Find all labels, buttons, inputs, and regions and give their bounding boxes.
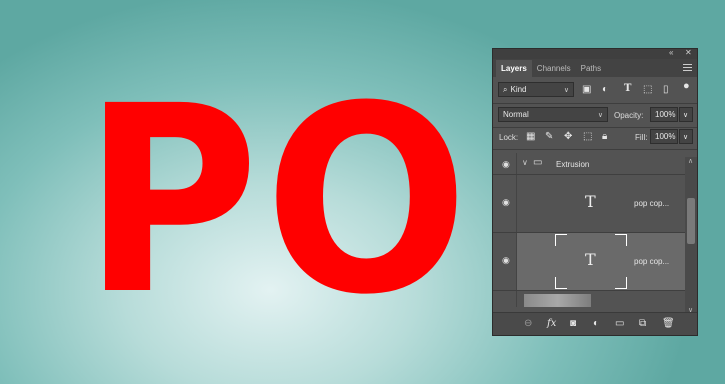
filter-kind-select[interactable]: ⌕ Kind ∨ bbox=[498, 82, 574, 97]
layer-row-text-selected[interactable]: ◉ T pop cop... bbox=[493, 233, 686, 291]
layer-name: pop cop... bbox=[634, 257, 670, 266]
panel-menu-icon[interactable] bbox=[683, 64, 692, 71]
type-filter-icon[interactable]: T bbox=[624, 83, 631, 94]
layer-row-partial[interactable] bbox=[493, 291, 686, 307]
text-layer-icon: T bbox=[585, 250, 596, 269]
folder-icon: ▭ bbox=[533, 157, 543, 168]
lock-position-icon[interactable]: ✥ bbox=[564, 131, 572, 142]
divider bbox=[493, 127, 697, 128]
mask-icon[interactable]: ◙ bbox=[570, 318, 576, 329]
panel-tabs: Layers Channels Paths bbox=[493, 59, 697, 77]
lock-transparency-icon[interactable]: ▦ bbox=[526, 131, 535, 142]
layer-name: pop cop... bbox=[634, 199, 670, 208]
fx-icon[interactable]: fx bbox=[547, 318, 556, 329]
scrollbar-thumb[interactable] bbox=[687, 198, 695, 244]
tab-channels[interactable]: Channels bbox=[532, 60, 576, 77]
layer-row-group[interactable]: ◉ ∨ ▭ Extrusion bbox=[493, 153, 686, 175]
divider bbox=[493, 149, 697, 150]
layer-name: Extrusion bbox=[556, 160, 590, 169]
fill-input[interactable]: 100% bbox=[650, 129, 678, 144]
text-layer-icon: T bbox=[585, 192, 596, 211]
visibility-eye-icon[interactable]: ◉ bbox=[502, 159, 510, 170]
lock-pixels-icon[interactable]: ✎ bbox=[545, 131, 553, 142]
layer-thumbnail bbox=[524, 294, 591, 307]
divider bbox=[493, 103, 697, 104]
blend-mode-value: Normal bbox=[503, 110, 529, 119]
layer-row-text[interactable]: ◉ T pop cop... bbox=[493, 175, 686, 233]
adjustment-icon[interactable]: ◐ bbox=[593, 318, 599, 329]
opacity-dropdown[interactable]: ∨ bbox=[679, 107, 693, 122]
blend-mode-select[interactable]: Normal ∨ bbox=[498, 107, 608, 122]
lock-label: Lock: bbox=[499, 133, 519, 142]
smart-object-filter-icon[interactable]: ▯ bbox=[663, 84, 669, 95]
shape-filter-icon[interactable]: ⬚ bbox=[643, 84, 652, 95]
tab-layers[interactable]: Layers bbox=[496, 60, 532, 77]
layers-scrollbar[interactable]: ∧ ∨ bbox=[685, 157, 697, 314]
lock-all-icon[interactable]: 🔒︎ bbox=[602, 131, 607, 142]
visibility-eye-icon[interactable]: ◉ bbox=[502, 255, 510, 266]
folder-icon[interactable]: ▭ bbox=[615, 318, 624, 329]
tab-paths[interactable]: Paths bbox=[576, 60, 606, 77]
chevron-down-icon: ∨ bbox=[683, 111, 689, 119]
chevron-down-icon: ∨ bbox=[563, 86, 569, 94]
panel-bottom-bar: ⊖ fx ◙ ◐ ▭ ⧉ 🗑︎ bbox=[493, 312, 697, 335]
close-icon[interactable]: ✕ bbox=[685, 48, 692, 57]
new-layer-icon[interactable]: ⧉ bbox=[639, 318, 646, 329]
filter-kind-label: Kind bbox=[510, 85, 527, 94]
fill-label: Fill: bbox=[635, 133, 648, 142]
visibility-eye-icon[interactable]: ◉ bbox=[502, 197, 510, 208]
fill-dropdown[interactable]: ∨ bbox=[679, 129, 693, 144]
panel-title-bar: « ✕ bbox=[493, 48, 697, 59]
lock-artboard-icon[interactable]: ⬚ bbox=[583, 131, 592, 142]
filter-toggle-icon[interactable]: ● bbox=[683, 80, 690, 92]
link-icon[interactable]: ⊖ bbox=[524, 318, 532, 329]
trash-icon[interactable]: 🗑︎ bbox=[662, 318, 675, 329]
opacity-label: Opacity: bbox=[614, 111, 644, 120]
chevron-down-icon: ∨ bbox=[597, 111, 603, 119]
image-filter-icon[interactable]: ▣ bbox=[582, 84, 591, 95]
opacity-input[interactable]: 100% bbox=[650, 107, 678, 122]
adjustment-filter-icon[interactable]: ◐ bbox=[602, 84, 608, 95]
scroll-up-icon[interactable]: ∧ bbox=[688, 157, 693, 165]
search-icon: ⌕ bbox=[503, 84, 508, 94]
collapse-icon[interactable]: « bbox=[669, 48, 673, 57]
layers-panel: « ✕ Layers Channels Paths ⌕ Kind ∨ ▣ ◐ T… bbox=[492, 48, 698, 336]
chevron-down-icon: ∨ bbox=[683, 133, 689, 141]
chevron-down-icon[interactable]: ∨ bbox=[522, 158, 528, 167]
